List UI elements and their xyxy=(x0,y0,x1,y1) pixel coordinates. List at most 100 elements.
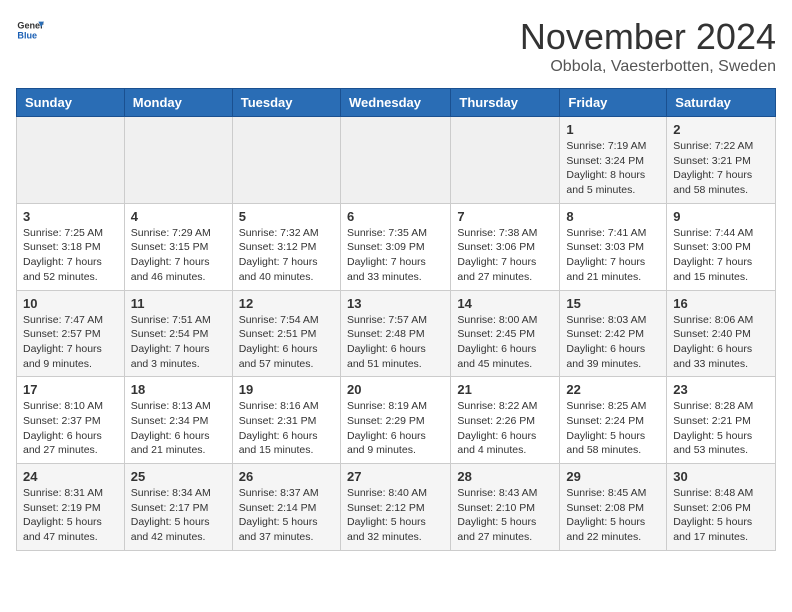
calendar-cell: 20Sunrise: 8:19 AM Sunset: 2:29 PM Dayli… xyxy=(340,377,450,464)
weekday-header-thursday: Thursday xyxy=(451,89,560,117)
day-info: Sunrise: 7:38 AM Sunset: 3:06 PM Dayligh… xyxy=(457,226,553,285)
calendar-cell: 18Sunrise: 8:13 AM Sunset: 2:34 PM Dayli… xyxy=(124,377,232,464)
calendar-cell: 2 Sunrise: 7:22 AM Sunset: 3:21 PM Daylig… xyxy=(667,117,776,204)
logo-icon: General Blue xyxy=(16,16,44,44)
day-number: 26 xyxy=(239,469,334,484)
calendar-cell: 12Sunrise: 7:54 AM Sunset: 2:51 PM Dayli… xyxy=(232,290,340,377)
calendar-cell: 11 Sunrise: 7:51 AM Sunset: 2:54 PM Dayli… xyxy=(124,290,232,377)
weekday-header-friday: Friday xyxy=(560,89,667,117)
day-number: 17 xyxy=(23,382,118,397)
calendar-cell: 27 Sunrise: 8:40 AM Sunset: 2:12 PM Dayli… xyxy=(340,464,450,551)
calendar-cell xyxy=(340,117,450,204)
calendar-cell: 26 Sunrise: 8:37 AM Sunset: 2:14 PM Dayli… xyxy=(232,464,340,551)
day-info: Sunrise: 8:43 AM Sunset: 2:10 PM Dayligh… xyxy=(457,486,553,545)
day-info: Sunrise: 7:22 AM Sunset: 3:21 PM Dayligh… xyxy=(673,139,769,198)
day-number: 19 xyxy=(239,382,334,397)
day-info: Sunrise: 7:41 AM Sunset: 3:03 PM Dayligh… xyxy=(566,226,660,285)
weekday-header-saturday: Saturday xyxy=(667,89,776,117)
day-info: Sunrise: 8:10 AM Sunset: 2:37 PM Dayligh… xyxy=(23,399,118,458)
calendar-cell: 22Sunrise: 8:25 AM Sunset: 2:24 PM Dayli… xyxy=(560,377,667,464)
day-number: 21 xyxy=(457,382,553,397)
day-info: Sunrise: 8:22 AM Sunset: 2:26 PM Dayligh… xyxy=(457,399,553,458)
day-number: 13 xyxy=(347,296,444,311)
day-info: Sunrise: 8:06 AM Sunset: 2:40 PM Dayligh… xyxy=(673,313,769,372)
day-number: 12 xyxy=(239,296,334,311)
day-info: Sunrise: 8:40 AM Sunset: 2:12 PM Dayligh… xyxy=(347,486,444,545)
day-info: Sunrise: 8:34 AM Sunset: 2:17 PM Dayligh… xyxy=(131,486,226,545)
weekday-header-tuesday: Tuesday xyxy=(232,89,340,117)
day-number: 28 xyxy=(457,469,553,484)
calendar-table: SundayMondayTuesdayWednesdayThursdayFrid… xyxy=(16,88,776,551)
weekday-header-wednesday: Wednesday xyxy=(340,89,450,117)
day-number: 9 xyxy=(673,209,769,224)
day-number: 27 xyxy=(347,469,444,484)
calendar-cell xyxy=(17,117,125,204)
day-info: Sunrise: 8:03 AM Sunset: 2:42 PM Dayligh… xyxy=(566,313,660,372)
calendar-cell xyxy=(232,117,340,204)
day-number: 14 xyxy=(457,296,553,311)
calendar-cell: 17 Sunrise: 8:10 AM Sunset: 2:37 PM Dayli… xyxy=(17,377,125,464)
day-info: Sunrise: 8:16 AM Sunset: 2:31 PM Dayligh… xyxy=(239,399,334,458)
title-area: November 2024 Obbola, Vaesterbotten, Swe… xyxy=(520,16,776,76)
calendar-cell: 24 Sunrise: 8:31 AM Sunset: 2:19 PM Dayli… xyxy=(17,464,125,551)
day-info: Sunrise: 7:51 AM Sunset: 2:54 PM Dayligh… xyxy=(131,313,226,372)
day-number: 8 xyxy=(566,209,660,224)
day-info: Sunrise: 8:28 AM Sunset: 2:21 PM Dayligh… xyxy=(673,399,769,458)
day-number: 25 xyxy=(131,469,226,484)
calendar-cell: 29 Sunrise: 8:45 AM Sunset: 2:08 PM Dayli… xyxy=(560,464,667,551)
day-info: Sunrise: 7:32 AM Sunset: 3:12 PM Dayligh… xyxy=(239,226,334,285)
day-info: Sunrise: 8:48 AM Sunset: 2:06 PM Dayligh… xyxy=(673,486,769,545)
calendar-cell: 21 Sunrise: 8:22 AM Sunset: 2:26 PM Dayli… xyxy=(451,377,560,464)
calendar-cell: 16 Sunrise: 8:06 AM Sunset: 2:40 PM Dayli… xyxy=(667,290,776,377)
calendar-cell: 25 Sunrise: 8:34 AM Sunset: 2:17 PM Dayli… xyxy=(124,464,232,551)
day-info: Sunrise: 7:47 AM Sunset: 2:57 PM Dayligh… xyxy=(23,313,118,372)
calendar-week-row: 24 Sunrise: 8:31 AM Sunset: 2:19 PM Dayli… xyxy=(17,464,776,551)
day-number: 15 xyxy=(566,296,660,311)
calendar-cell: 14 Sunrise: 8:00 AM Sunset: 2:45 PM Dayli… xyxy=(451,290,560,377)
location-title: Obbola, Vaesterbotten, Sweden xyxy=(520,58,776,76)
calendar-week-row: 10 Sunrise: 7:47 AM Sunset: 2:57 PM Dayli… xyxy=(17,290,776,377)
day-number: 11 xyxy=(131,296,226,311)
day-number: 24 xyxy=(23,469,118,484)
calendar-cell: 6 Sunrise: 7:35 AM Sunset: 3:09 PM Daylig… xyxy=(340,203,450,290)
day-number: 23 xyxy=(673,382,769,397)
calendar-week-row: 1 Sunrise: 7:19 AM Sunset: 3:24 PM Daylig… xyxy=(17,117,776,204)
day-info: Sunrise: 8:13 AM Sunset: 2:34 PM Dayligh… xyxy=(131,399,226,458)
day-info: Sunrise: 7:29 AM Sunset: 3:15 PM Dayligh… xyxy=(131,226,226,285)
day-info: Sunrise: 8:31 AM Sunset: 2:19 PM Dayligh… xyxy=(23,486,118,545)
calendar-cell: 4Sunrise: 7:29 AM Sunset: 3:15 PM Daylig… xyxy=(124,203,232,290)
calendar-cell: 5 Sunrise: 7:32 AM Sunset: 3:12 PM Daylig… xyxy=(232,203,340,290)
calendar-cell: 19 Sunrise: 8:16 AM Sunset: 2:31 PM Dayli… xyxy=(232,377,340,464)
page-header: General Blue November 2024 Obbola, Vaest… xyxy=(16,16,776,76)
calendar-cell: 1 Sunrise: 7:19 AM Sunset: 3:24 PM Daylig… xyxy=(560,117,667,204)
day-info: Sunrise: 8:00 AM Sunset: 2:45 PM Dayligh… xyxy=(457,313,553,372)
day-info: Sunrise: 7:35 AM Sunset: 3:09 PM Dayligh… xyxy=(347,226,444,285)
day-number: 1 xyxy=(566,122,660,137)
day-info: Sunrise: 8:45 AM Sunset: 2:08 PM Dayligh… xyxy=(566,486,660,545)
day-number: 3 xyxy=(23,209,118,224)
day-info: Sunrise: 7:19 AM Sunset: 3:24 PM Dayligh… xyxy=(566,139,660,198)
calendar-week-row: 17 Sunrise: 8:10 AM Sunset: 2:37 PM Dayli… xyxy=(17,377,776,464)
day-info: Sunrise: 7:57 AM Sunset: 2:48 PM Dayligh… xyxy=(347,313,444,372)
day-number: 29 xyxy=(566,469,660,484)
weekday-header-monday: Monday xyxy=(124,89,232,117)
day-number: 6 xyxy=(347,209,444,224)
day-number: 5 xyxy=(239,209,334,224)
day-number: 16 xyxy=(673,296,769,311)
day-info: Sunrise: 7:44 AM Sunset: 3:00 PM Dayligh… xyxy=(673,226,769,285)
calendar-cell: 10 Sunrise: 7:47 AM Sunset: 2:57 PM Dayli… xyxy=(17,290,125,377)
calendar-cell: 15 Sunrise: 8:03 AM Sunset: 2:42 PM Dayli… xyxy=(560,290,667,377)
calendar-cell: 23 Sunrise: 8:28 AM Sunset: 2:21 PM Dayli… xyxy=(667,377,776,464)
day-info: Sunrise: 8:25 AM Sunset: 2:24 PM Dayligh… xyxy=(566,399,660,458)
day-number: 7 xyxy=(457,209,553,224)
day-number: 2 xyxy=(673,122,769,137)
day-info: Sunrise: 8:37 AM Sunset: 2:14 PM Dayligh… xyxy=(239,486,334,545)
weekday-header-row: SundayMondayTuesdayWednesdayThursdayFrid… xyxy=(17,89,776,117)
day-number: 10 xyxy=(23,296,118,311)
calendar-cell: 9 Sunrise: 7:44 AM Sunset: 3:00 PM Daylig… xyxy=(667,203,776,290)
day-info: Sunrise: 8:19 AM Sunset: 2:29 PM Dayligh… xyxy=(347,399,444,458)
day-number: 30 xyxy=(673,469,769,484)
svg-text:Blue: Blue xyxy=(17,30,37,40)
calendar-cell: 13 Sunrise: 7:57 AM Sunset: 2:48 PM Dayli… xyxy=(340,290,450,377)
calendar-cell: 7 Sunrise: 7:38 AM Sunset: 3:06 PM Daylig… xyxy=(451,203,560,290)
